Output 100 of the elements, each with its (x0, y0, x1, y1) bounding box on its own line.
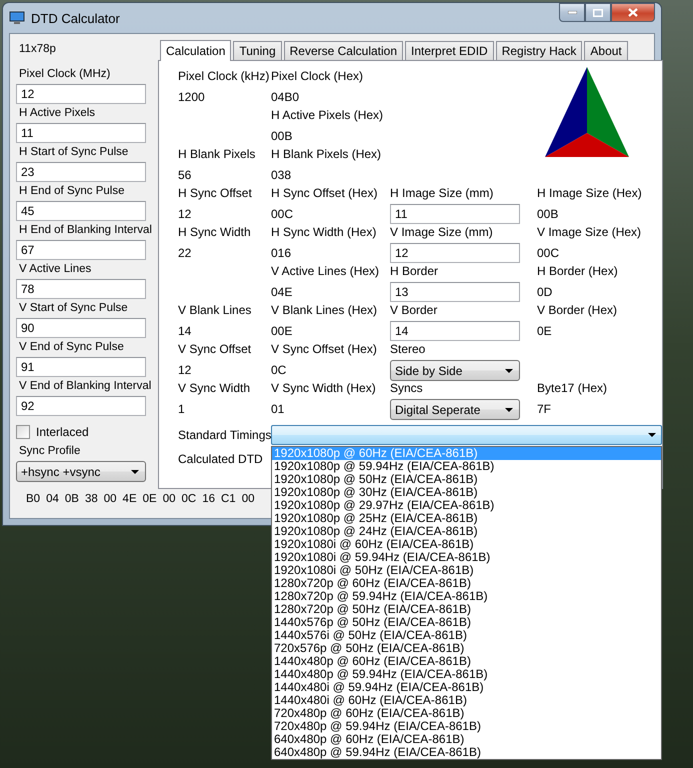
dtd-byte: 0B (64, 493, 79, 505)
checkbox[interactable] (16, 425, 30, 439)
caret-icon (648, 433, 656, 437)
field-value: 22 (178, 245, 192, 262)
field-value: 0D (537, 284, 554, 301)
input-field[interactable]: 92 (16, 396, 146, 416)
field-label: H Start of Sync Pulse (18, 145, 130, 160)
field-value: 1200 (178, 89, 206, 106)
field-label: H Sync Width (178, 224, 252, 241)
input-field[interactable]: 78 (16, 279, 146, 299)
dropdown[interactable]: Digital Seperate (390, 399, 520, 420)
field-label: Standard Timings (178, 428, 271, 442)
tab[interactable]: Reverse Calculation (284, 41, 404, 60)
dtd-byte: 00 (162, 493, 176, 505)
field-label: V Sync Width (Hex) (271, 380, 377, 397)
input-field[interactable]: 45 (16, 201, 146, 221)
field-label: Byte17 (Hex) (537, 380, 608, 397)
caret-icon (505, 408, 513, 412)
field-label: V Active Lines (Hex) (271, 263, 380, 280)
field-label: V Blank Lines (Hex) (271, 302, 378, 319)
tab[interactable]: Calculation (160, 40, 232, 61)
field-value: 00C (537, 245, 560, 262)
field-label: V Blank Lines (178, 302, 252, 319)
field-label: Pixel Clock (kHz) (178, 68, 270, 85)
input-field[interactable]: 13 (390, 282, 520, 302)
input-field[interactable]: 12 (16, 84, 146, 104)
field-label: V Active Lines (18, 262, 92, 277)
field-label: Pixel Clock (MHz) (18, 67, 112, 82)
field-value: 0E (537, 323, 553, 340)
close-button[interactable] (611, 3, 655, 22)
field-label: H Border (390, 263, 440, 280)
input-field[interactable]: 12 (390, 243, 520, 263)
field-value: 04B0 (271, 89, 300, 106)
dtd-byte: C1 (221, 493, 236, 505)
field-value: 038 (271, 167, 292, 184)
maximize-button[interactable] (585, 3, 611, 22)
field-label: V End of Sync Pulse (18, 340, 125, 355)
field-value: 0C (271, 362, 288, 379)
tab[interactable]: Tuning (233, 41, 282, 60)
field-value: 12 (178, 362, 192, 379)
tab[interactable]: Interpret EDID (405, 41, 494, 60)
field-label: V Border (390, 302, 438, 319)
field-label: V Sync Offset (Hex) (271, 341, 378, 358)
minimize-icon (568, 11, 576, 14)
field-value: 12 (178, 206, 192, 223)
dtd-byte: 4E (122, 493, 137, 505)
field-label: Calculated DTD (178, 452, 264, 466)
dropdown[interactable]: Side by Side (390, 360, 520, 381)
input-field[interactable]: 91 (16, 357, 146, 377)
field-label: H Sync Offset (178, 185, 253, 202)
field-value: 56 (178, 167, 192, 184)
field-label: H Border (Hex) (537, 263, 619, 280)
tab[interactable]: About (584, 41, 628, 60)
field-label: H Active Pixels (18, 106, 96, 121)
field-label: V Image Size (mm) (390, 224, 494, 241)
dtd-byte: 0C (182, 493, 196, 505)
field-value: 1 (178, 401, 186, 418)
field-label: Sync Profile (18, 444, 82, 459)
field-label: H End of Sync Pulse (18, 184, 126, 199)
field-label: V Sync Width (178, 380, 252, 397)
field-label: V Sync Offset (178, 341, 252, 358)
dropdown[interactable]: +hsync +vsync (16, 461, 146, 482)
field-label: Stereo (390, 341, 426, 358)
maximize-icon (593, 8, 603, 16)
checkbox-label: Interlaced (36, 425, 89, 439)
window-title: DTD Calculator (31, 10, 121, 26)
field-value: 00B (271, 128, 294, 145)
dtd-byte: 04 (46, 493, 59, 505)
input-field[interactable]: 11 (390, 204, 520, 224)
dropdown[interactable] (271, 425, 662, 445)
field-value: 016 (271, 245, 292, 262)
caret-icon (505, 368, 513, 372)
caret-icon (131, 470, 139, 474)
input-field[interactable]: 90 (16, 318, 146, 338)
input-field[interactable]: 67 (16, 240, 146, 260)
dtd-byte: 0E (142, 493, 157, 505)
tab[interactable]: Registry Hack (496, 41, 582, 60)
field-label: Syncs (390, 380, 424, 397)
field-label: Pixel Clock (Hex) (271, 68, 364, 85)
monitor-icon (9, 11, 25, 25)
field-label: H Sync Width (Hex) (271, 224, 378, 241)
field-value: 00B (537, 206, 560, 223)
dtd-byte: 38 (84, 493, 98, 505)
field-label: V Image Size (Hex) (537, 224, 642, 241)
field-label: H Sync Offset (Hex) (271, 185, 378, 202)
dtd-byte: B0 (26, 493, 40, 505)
field-value: 01 (271, 401, 286, 418)
field-label: V Border (Hex) (537, 302, 618, 319)
input-field[interactable]: 11 (16, 123, 146, 143)
field-label: V Start of Sync Pulse (18, 301, 129, 316)
dtd-byte: 00 (242, 493, 254, 505)
field-label: V End of Blanking Interval (18, 379, 152, 394)
field-value: 00E (271, 323, 294, 340)
field-value: 14 (178, 323, 192, 340)
field-label: H Image Size (mm) (390, 185, 494, 202)
input-field[interactable]: 23 (16, 162, 146, 182)
mode-label: 11x78p (18, 42, 57, 57)
minimize-button[interactable] (559, 3, 585, 22)
close-icon (628, 8, 638, 17)
input-field[interactable]: 14 (390, 321, 520, 341)
